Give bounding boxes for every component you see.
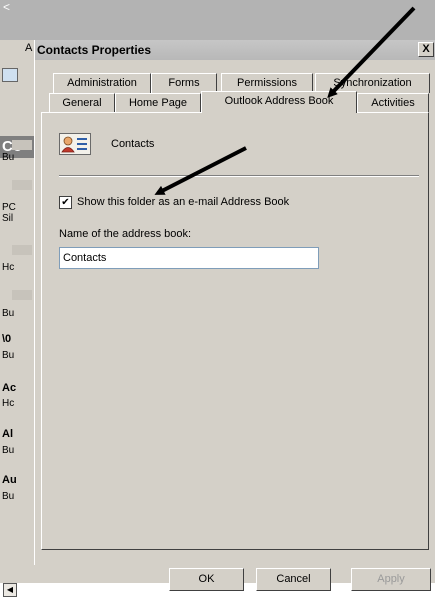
show-address-book-label[interactable]: Show this folder as an e-mail Address Bo… [77, 196, 289, 208]
tab-administration[interactable]: Administration [53, 73, 151, 93]
background-separator [12, 140, 32, 150]
tab-panel: Contacts ✔ Show this folder as an e-mail… [41, 112, 429, 550]
dialog-title: Contacts Properties [37, 43, 152, 57]
background-title-fragment: A [25, 42, 33, 54]
contacts-properties-dialog: Contacts Properties X Administration For… [34, 40, 435, 591]
background-toolbar-icon [2, 68, 18, 82]
tab-activities[interactable]: Activities [357, 93, 429, 113]
tab-general[interactable]: General [49, 93, 115, 113]
address-book-name-input[interactable] [59, 247, 319, 269]
background-separator [12, 290, 32, 300]
divider [59, 175, 419, 177]
ok-button[interactable]: OK [169, 568, 244, 591]
contacts-card-icon [59, 133, 91, 155]
background-window-titlebar: < [0, 0, 435, 40]
background-list-item: Sil [2, 213, 14, 224]
tab-forms[interactable]: Forms [151, 73, 217, 93]
tab-home-page[interactable]: Home Page [115, 93, 201, 113]
background-list-item: Bu [2, 491, 15, 502]
apply-button: Apply [351, 568, 431, 591]
background-list-item: Hc [2, 398, 15, 409]
cancel-button[interactable]: Cancel [256, 568, 331, 591]
back-glyph: < [3, 0, 11, 14]
background-list-item: PC [2, 202, 16, 213]
background-list-item: Bu [2, 445, 15, 456]
tab-permissions[interactable]: Permissions [221, 73, 313, 93]
tab-outlook-address-book[interactable]: Outlook Address Book [201, 91, 357, 113]
background-list-item: Au [2, 474, 17, 486]
background-list-item: Bu [2, 350, 15, 361]
scroll-left-icon[interactable]: ◀ [3, 583, 17, 597]
background-list-item: Ac [2, 382, 17, 394]
show-address-book-checkbox[interactable]: ✔ [59, 196, 72, 209]
folder-name: Contacts [111, 138, 155, 150]
address-book-name-label: Name of the address book: [59, 228, 192, 240]
background-list-item: Al [2, 428, 13, 440]
background-list-item: Hc [2, 262, 15, 273]
close-button[interactable]: X [418, 42, 434, 57]
dialog-titlebar[interactable]: Contacts Properties X [35, 40, 435, 60]
background-window-left-pane: A Co BuPCSilHcBu\0BuAcHcAlBuAuBu ◀ [0, 40, 36, 597]
background-list-item: \0 [2, 333, 12, 345]
background-separator [12, 180, 32, 190]
background-list-item: Bu [2, 308, 15, 319]
background-list-item: Bu [2, 152, 15, 163]
background-separator [12, 245, 32, 255]
tab-synchronization[interactable]: Synchronization [315, 73, 430, 93]
